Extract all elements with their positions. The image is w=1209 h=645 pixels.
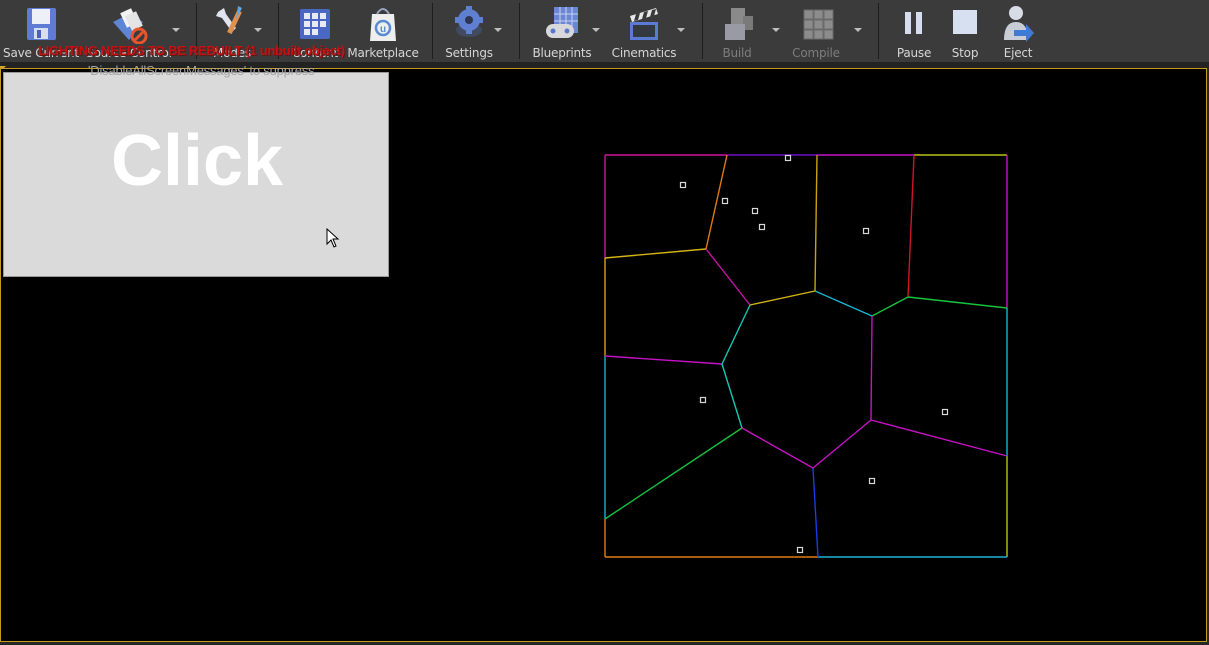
voronoi-edge xyxy=(812,419,872,469)
voronoi-edge xyxy=(871,296,909,317)
voronoi-edge xyxy=(705,248,751,306)
voronoi-edge xyxy=(604,355,723,365)
voronoi-site-point xyxy=(699,396,707,404)
voronoi-edge xyxy=(907,154,915,298)
voronoi-edge xyxy=(604,248,707,259)
voronoi-site-point xyxy=(721,197,729,205)
voronoi-edge xyxy=(705,154,728,250)
voronoi-site-point xyxy=(941,408,949,416)
voronoi-site-point xyxy=(751,207,759,215)
voronoi-edge xyxy=(814,154,818,292)
voronoi-edge xyxy=(721,304,751,365)
voronoi-edge xyxy=(814,290,873,317)
voronoi-edge xyxy=(721,363,743,429)
lighting-warning-message: LIGHTING NEEDS TO BE REBUILT (1 unbuilt … xyxy=(38,43,345,58)
voronoi-edge xyxy=(812,467,819,558)
click-overlay-text: Click xyxy=(110,121,284,201)
voronoi-site-point xyxy=(862,227,870,235)
suppress-messages-hint: 'DisableAllScreenMessages' to suppress xyxy=(88,63,315,78)
voronoi-edge xyxy=(870,315,873,421)
voronoi-site-point xyxy=(679,181,687,189)
voronoi-site-point xyxy=(758,223,766,231)
voronoi-edge xyxy=(907,296,1008,309)
voronoi-edge xyxy=(604,427,743,520)
voronoi-site-point xyxy=(868,477,876,485)
voronoi-edge xyxy=(749,290,816,306)
voronoi-site-point xyxy=(796,546,804,554)
voronoi-edge xyxy=(870,419,1008,457)
mouse-cursor-icon xyxy=(326,228,340,248)
voronoi-edge xyxy=(741,427,814,469)
voronoi-site-point xyxy=(784,154,792,162)
